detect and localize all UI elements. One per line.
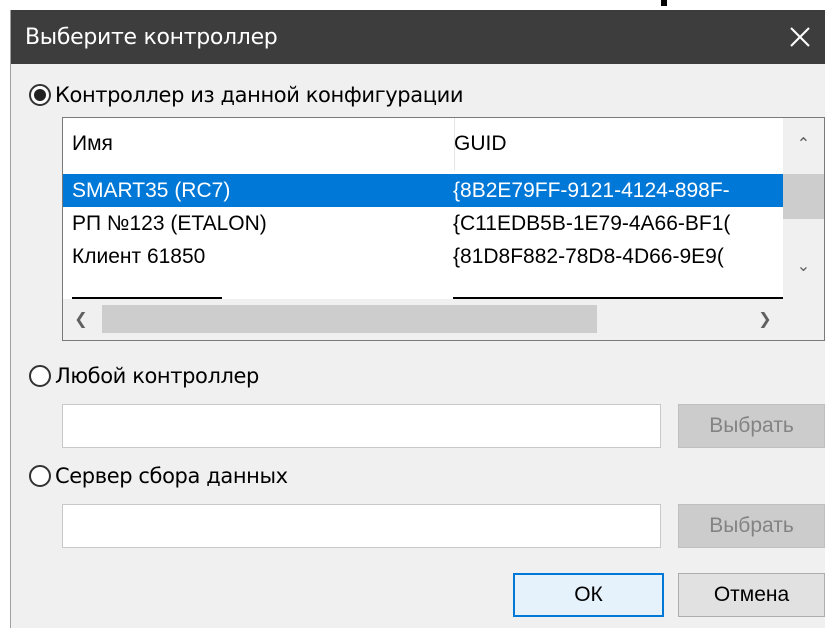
scroll-right-icon[interactable]: ❯ (755, 309, 775, 328)
any-controller-field[interactable] (62, 404, 661, 448)
cell-name: Клиент 61850 (72, 245, 206, 268)
background-artifact (661, 0, 667, 6)
cell-guid: {8B2E79FF-9121-4124-898F- (453, 179, 730, 202)
title-bar[interactable]: Выберите контроллер (11, 10, 825, 64)
horizontal-scrollbar[interactable]: ❮ ❯ (63, 299, 783, 340)
radio-config-controller[interactable] (29, 84, 51, 106)
select-controller-dialog: Выберите контроллер Контроллер из данной… (10, 10, 825, 628)
table-row[interactable]: Клиент 61850 {81D8F882-78D8-4D66-9E9( (63, 240, 783, 273)
cell-guid: {81D8F882-78D8-4D66-9E9( (453, 245, 724, 268)
choose-controller-button[interactable]: Выбрать (678, 404, 825, 448)
cell-guid: {C11EDB5B-1E79-4A66-BF1( (453, 212, 731, 235)
scroll-left-icon[interactable]: ❮ (71, 309, 91, 328)
scroll-up-icon[interactable]: ⌃ (783, 134, 824, 153)
ok-button[interactable]: ОК (513, 573, 664, 617)
column-header-name[interactable]: Имя (72, 118, 113, 170)
table-row-partial[interactable] (63, 273, 783, 299)
column-header-guid[interactable]: GUID (454, 118, 507, 170)
close-icon[interactable] (783, 20, 817, 54)
radio-any-controller-label[interactable]: Любой контроллер (55, 363, 259, 389)
cell-name: РП №123 (ETALON) (72, 212, 267, 235)
scroll-corner (783, 299, 824, 340)
radio-config-controller-label[interactable]: Контроллер из данной конфигурации (55, 82, 463, 108)
horizontal-scroll-thumb[interactable] (102, 305, 597, 333)
table-row[interactable]: SMART35 (RC7) {8B2E79FF-9121-4124-898F- (63, 174, 783, 207)
cell-name: SMART35 (RC7) (72, 179, 231, 202)
choose-server-button[interactable]: Выбрать (678, 504, 825, 548)
cancel-button[interactable]: Отмена (678, 573, 825, 617)
vertical-scroll-thumb[interactable] (783, 174, 824, 219)
scroll-down-icon[interactable]: ⌄ (783, 256, 824, 275)
dialog-title: Выберите контроллер (25, 25, 278, 50)
vertical-scrollbar[interactable]: ⌃ ⌄ (783, 118, 824, 299)
desktop-background-strip (0, 0, 825, 10)
table-row[interactable]: РП №123 (ETALON) {C11EDB5B-1E79-4A66-BF1… (63, 207, 783, 240)
radio-any-controller[interactable] (29, 365, 51, 387)
controller-list[interactable]: Имя GUID SMART35 (RC7) {8B2E79FF-9121-41… (62, 117, 825, 341)
radio-data-server[interactable] (29, 465, 51, 487)
data-server-field[interactable] (62, 504, 661, 548)
radio-data-server-label[interactable]: Сервер сбора данных (55, 463, 288, 489)
